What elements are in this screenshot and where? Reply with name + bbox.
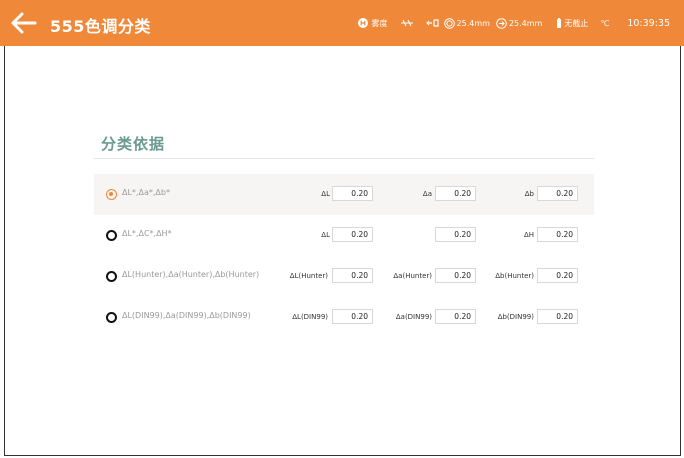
field-label: ΔL(Hunter) bbox=[289, 272, 328, 280]
field-label: Δb(Hunter) bbox=[495, 272, 534, 280]
option-row-din99[interactable]: ΔL(DIN99),Δa(DIN99),Δb(DIN99) ΔL(DIN99) … bbox=[94, 297, 594, 338]
field-label: Δb(DIN99) bbox=[497, 313, 534, 321]
tolerance-input[interactable]: 0.20 bbox=[332, 227, 373, 242]
aperture-icon bbox=[443, 17, 455, 29]
fog-indicator: 雾度 bbox=[357, 18, 388, 29]
back-arrow-icon[interactable] bbox=[8, 8, 40, 38]
field-label: Δa bbox=[422, 190, 432, 198]
radio-din99[interactable] bbox=[106, 312, 117, 323]
lens-icon bbox=[496, 17, 507, 29]
field-label: ΔL bbox=[321, 231, 330, 239]
lens-value: 25.4mm bbox=[508, 18, 543, 28]
tolerance-input[interactable]: 0.20 bbox=[537, 186, 578, 201]
uv-indicator: 无截止 bbox=[556, 17, 589, 29]
section-title: 分类依据 bbox=[101, 135, 166, 153]
field-label: ΔH bbox=[523, 231, 534, 239]
field-label: ΔL(DIN99) bbox=[292, 313, 328, 321]
field-label: ΔL bbox=[321, 190, 330, 198]
uv-label: 无截止 bbox=[564, 18, 589, 28]
tolerance-input[interactable]: 0.20 bbox=[537, 227, 578, 242]
tolerance-input[interactable]: 0.20 bbox=[332, 309, 373, 324]
tolerance-input[interactable]: 0.20 bbox=[332, 268, 373, 283]
aperture-value: 25.4mm bbox=[456, 18, 490, 28]
top-bar: 555色调分类 雾度 25.4mm 25.4mm 无截止 ℃ 10:39:35 bbox=[0, 0, 684, 46]
option-row-lch[interactable]: ΔL*,ΔC*,ΔH* ΔL 0.20 0.20 ΔH 0.20 bbox=[94, 215, 594, 256]
tolerance-input[interactable]: 0.20 bbox=[537, 309, 578, 324]
option-label: ΔL(Hunter),Δa(Hunter),Δb(Hunter) bbox=[122, 270, 260, 279]
light-source-icon bbox=[425, 18, 440, 28]
radio-hunter[interactable] bbox=[106, 271, 117, 282]
tolerance-input[interactable]: 0.20 bbox=[435, 186, 476, 201]
tolerance-input[interactable]: 0.20 bbox=[435, 227, 476, 242]
aperture-indicator: 25.4mm bbox=[443, 17, 490, 29]
option-label: ΔL*,Δa*,Δb* bbox=[122, 188, 170, 197]
tolerance-input[interactable]: 0.20 bbox=[332, 186, 373, 201]
battery-icon bbox=[556, 17, 562, 29]
option-row-hunter[interactable]: ΔL(Hunter),Δa(Hunter),Δb(Hunter) ΔL(Hunt… bbox=[94, 256, 594, 297]
radio-lch[interactable] bbox=[106, 230, 117, 241]
radio-lab[interactable] bbox=[106, 189, 117, 200]
fog-label: 雾度 bbox=[371, 18, 388, 28]
tolerance-input[interactable]: 0.20 bbox=[435, 268, 476, 283]
status-bar: 雾度 25.4mm 25.4mm 无截止 ℃ 10:39:35 bbox=[346, 0, 670, 46]
tolerance-input[interactable]: 0.20 bbox=[435, 309, 476, 324]
field-label: Δa(Hunter) bbox=[393, 272, 432, 280]
option-row-lab[interactable]: ΔL*,Δa*,Δb* ΔL 0.20 Δa 0.20 Δb 0.20 bbox=[94, 174, 594, 215]
lens-indicator: 25.4mm bbox=[496, 17, 543, 29]
tolerance-input[interactable]: 0.20 bbox=[537, 268, 578, 283]
field-label: Δb bbox=[524, 190, 534, 198]
page-title: 555色调分类 bbox=[50, 17, 151, 36]
section-divider bbox=[94, 158, 594, 159]
haze-h-icon bbox=[357, 18, 368, 28]
option-label: ΔL*,ΔC*,ΔH* bbox=[122, 229, 172, 238]
option-label: ΔL(DIN99),Δa(DIN99),Δb(DIN99) bbox=[122, 311, 251, 320]
temperature-unit: ℃ bbox=[600, 18, 610, 28]
clock: 10:39:35 bbox=[627, 17, 670, 29]
field-label: Δa(DIN99) bbox=[395, 313, 432, 321]
specular-icon bbox=[400, 18, 414, 28]
